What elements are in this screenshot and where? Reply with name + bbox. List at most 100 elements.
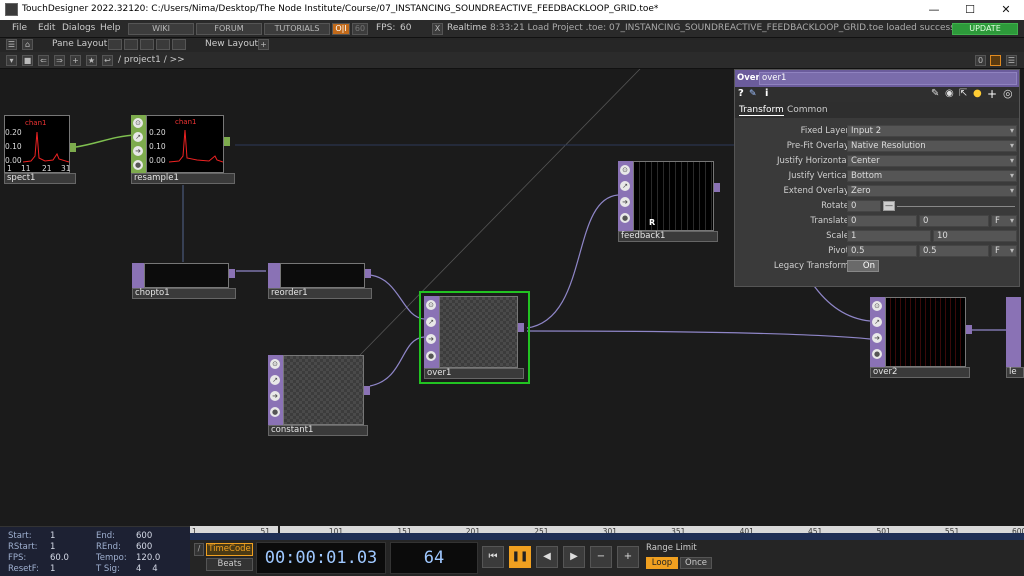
layout-2-icon[interactable] — [124, 39, 138, 50]
bypass-icon[interactable]: ⊙ — [872, 301, 882, 311]
resample1-label[interactable]: resample1 — [131, 173, 235, 184]
fps-set-field[interactable]: 60 — [352, 23, 368, 35]
star-icon[interactable]: ★ — [86, 55, 97, 66]
add-layout-button[interactable]: + — [258, 39, 269, 50]
scale-x-field[interactable]: 1 — [847, 230, 931, 242]
perform-mode-button[interactable]: O|I — [332, 23, 350, 35]
home-icon[interactable]: ⌂ — [22, 39, 33, 50]
lock-icon[interactable]: ↗ — [426, 317, 436, 327]
wiki-button[interactable]: WIKI — [128, 23, 194, 35]
stop-icon[interactable]: ■ — [22, 55, 33, 66]
rotate-field[interactable]: 0 — [847, 200, 881, 212]
end-value[interactable]: 600 — [136, 531, 152, 541]
tempo-value[interactable]: 120.0 — [136, 553, 160, 563]
python-icon[interactable]: ● — [973, 88, 982, 99]
play-button[interactable]: ▶ — [563, 546, 585, 568]
tutorials-button[interactable]: TUTORIALS — [264, 23, 330, 35]
timecode-display[interactable]: 00:00:01.03 — [256, 542, 386, 574]
zero-button[interactable]: 0 — [975, 55, 986, 66]
rewind-button[interactable]: ⏮ — [482, 546, 504, 568]
tsig-value[interactable]: 4 4 — [136, 564, 158, 574]
bypass-icon[interactable]: ⊙ — [426, 300, 436, 310]
pivot-y-field[interactable]: 0.5 — [919, 245, 989, 257]
menu-help[interactable]: Help — [100, 23, 121, 33]
menu-file[interactable]: File — [12, 23, 27, 33]
reorder1-label[interactable]: reorder1 — [268, 288, 372, 299]
back-icon[interactable]: ⇐ — [38, 55, 49, 66]
over2-output[interactable] — [966, 325, 972, 334]
add-op-icon[interactable]: + — [70, 55, 81, 66]
chopto1-label[interactable]: chopto1 — [132, 288, 236, 299]
fixed-layer-menu[interactable]: Input 2 — [847, 125, 1017, 137]
comment-icon[interactable]: ✎ — [931, 88, 939, 99]
viewer-toggle-icon[interactable] — [990, 55, 1001, 66]
rstart-value[interactable]: 1 — [50, 542, 55, 552]
once-button[interactable]: Once — [680, 557, 712, 569]
maximize-button[interactable]: ☐ — [952, 0, 988, 20]
lock-icon[interactable]: ↗ — [872, 317, 882, 327]
rotate-slider-handle[interactable]: — — [883, 201, 895, 211]
help-icon[interactable]: ? — [738, 88, 744, 99]
display-icon[interactable]: ➜ — [620, 197, 630, 207]
realtime-checkbox[interactable]: X — [432, 23, 443, 35]
layout-3-icon[interactable] — [140, 39, 154, 50]
forum-button[interactable]: FORUM — [196, 23, 262, 35]
add-icon[interactable]: + — [987, 87, 997, 101]
menu-edit[interactable]: Edit — [38, 23, 55, 33]
viewer-active-icon[interactable]: ● — [426, 351, 436, 361]
chopto1-output[interactable] — [229, 269, 235, 278]
param-op-name[interactable]: over1 — [759, 72, 1017, 85]
pivot-x-field[interactable]: 0.5 — [847, 245, 917, 257]
viewer-active-icon[interactable]: ● — [872, 349, 882, 359]
viewer-active-icon[interactable]: ● — [270, 407, 280, 417]
bypass-icon[interactable]: ⊙ — [620, 165, 630, 175]
layout-1-icon[interactable] — [108, 39, 122, 50]
forward-icon[interactable]: ⇒ — [54, 55, 65, 66]
spect1-label[interactable]: spect1 — [4, 173, 76, 184]
display-icon[interactable]: ➜ — [133, 146, 143, 156]
rend-value[interactable]: 600 — [136, 542, 152, 552]
python-help-icon[interactable]: ✎ — [749, 89, 757, 99]
pivot-unit-menu[interactable]: F — [991, 245, 1017, 257]
lock-icon[interactable]: ↗ — [620, 181, 630, 191]
info-icon[interactable]: i — [765, 88, 768, 99]
minimize-button[interactable]: — — [916, 0, 952, 20]
bypass-icon[interactable]: ⊙ — [133, 118, 143, 128]
timecode-toggle-icon[interactable]: / — [194, 543, 204, 556]
menu-dialogs[interactable]: Dialogs — [62, 23, 95, 33]
over2-label[interactable]: over2 — [870, 367, 970, 378]
layout-4-icon[interactable] — [156, 39, 170, 50]
reorder1-output[interactable] — [365, 269, 371, 278]
timeline-range-bar[interactable] — [190, 533, 1024, 540]
over1-output[interactable] — [518, 323, 524, 332]
justify-horizontal-menu[interactable]: Center — [847, 155, 1017, 167]
start-value[interactable]: 1 — [50, 531, 55, 541]
constant1-output[interactable] — [364, 386, 370, 395]
network-path[interactable]: / project1 / >> — [118, 55, 185, 65]
beats-mode-button[interactable]: Beats — [206, 558, 253, 571]
lock-icon[interactable]: ↗ — [133, 132, 143, 142]
dropdown-icon[interactable]: ▾ — [6, 55, 17, 66]
prefit-overlay-menu[interactable]: Native Resolution — [847, 140, 1017, 152]
tab-common[interactable]: Common — [787, 105, 828, 115]
resetf-value[interactable]: 1 — [50, 564, 55, 574]
fps-value[interactable]: 60.0 — [50, 553, 69, 563]
over1-label[interactable]: over1 — [424, 368, 524, 379]
display-icon[interactable]: ➜ — [270, 391, 280, 401]
translate-unit-menu[interactable]: F — [991, 215, 1017, 227]
bypass-icon[interactable]: ⊙ — [270, 359, 280, 369]
display-icon[interactable]: ➜ — [872, 333, 882, 343]
layout-5-icon[interactable] — [172, 39, 186, 50]
step-back-button[interactable]: ◀ — [536, 546, 558, 568]
viewer-active-icon[interactable]: ● — [620, 213, 630, 223]
feedback1-output[interactable] — [714, 183, 720, 192]
target-icon[interactable]: ◎ — [1003, 87, 1013, 100]
extend-overlay-menu[interactable]: Zero — [847, 185, 1017, 197]
chat-icon[interactable]: ◉ — [945, 88, 954, 99]
parent-icon[interactable]: ↩ — [102, 55, 113, 66]
translate-y-field[interactable]: 0 — [919, 215, 989, 227]
scale-y-field[interactable]: 10 — [933, 230, 1017, 242]
decrease-button[interactable]: − — [590, 546, 612, 568]
feedback1-label[interactable]: feedback1 — [618, 231, 718, 242]
resample1-output[interactable] — [224, 137, 230, 146]
